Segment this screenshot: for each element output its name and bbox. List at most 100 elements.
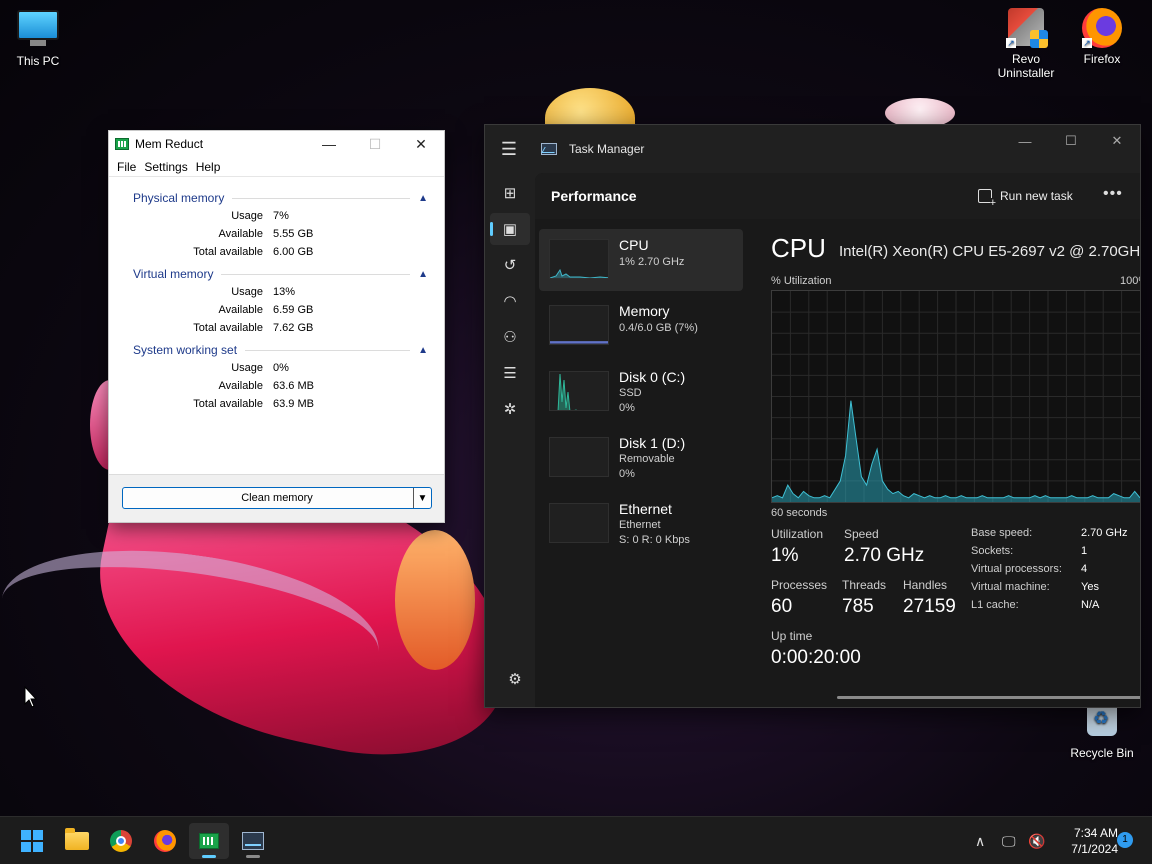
maximize-button[interactable]: ☐: [1048, 125, 1094, 157]
chevron-up-icon[interactable]: ▲: [418, 193, 428, 204]
taskbar-firefox[interactable]: [145, 823, 185, 859]
memreduct-titlebar[interactable]: Mem Reduct — ☐ ✕: [109, 131, 444, 157]
resource-item-disk-1[interactable]: Disk 1 (D:) Removable 0%: [539, 427, 743, 489]
minimize-button[interactable]: —: [306, 131, 352, 157]
memreduct-footer: Clean memory ▼: [109, 474, 444, 522]
monitor-icon: [16, 10, 60, 50]
clean-memory-button[interactable]: Clean memory ▼: [122, 487, 432, 509]
stat-key: Usage: [231, 210, 263, 222]
desktop-icon-firefox[interactable]: ↗ Firefox: [1067, 8, 1137, 66]
menu-help[interactable]: Help: [192, 160, 225, 174]
spec-key: L1 cache:: [971, 599, 1019, 611]
resource-item-memory[interactable]: Memory 0.4/6.0 GB (7%): [539, 295, 743, 357]
maximize-button: ☐: [368, 135, 382, 152]
spec-value: 4: [1081, 563, 1088, 575]
group-header-system-working-set[interactable]: System working set ▲: [133, 341, 428, 359]
detail-heading: CPU: [771, 233, 826, 263]
cpu-model-name: Intel(R) Xeon(R) CPU E5-2697 v2 @ 2.70GH…: [839, 243, 1141, 260]
task-manager-app-icon: [541, 143, 557, 155]
spec-key: Virtual machine:: [971, 581, 1050, 593]
nav-performance[interactable]: ▣: [490, 213, 530, 245]
services-icon: ✲: [503, 401, 517, 418]
stat-value: 7%: [273, 210, 289, 222]
memreduct-window[interactable]: Mem Reduct — ☐ ✕ File Settings Help Phys…: [108, 130, 445, 523]
chevron-up-icon[interactable]: ▲: [418, 269, 428, 280]
disk0-thumb-svg: [557, 373, 578, 410]
task-manager-window[interactable]: ☰ Task Manager — ☐ ✕ ⊞ ▣ ↺ ◠ ⚇ ☰ ✲ ⚙ Per…: [484, 124, 1141, 708]
stat-row: Usage 0%: [133, 359, 428, 377]
desktop-icon-label: Firefox: [1083, 52, 1121, 66]
taskbar-file-explorer[interactable]: [57, 823, 97, 859]
taskbar-mem-reduct[interactable]: [189, 823, 229, 859]
menu-file[interactable]: File: [113, 160, 140, 174]
stat-value: 63.6 MB: [273, 380, 314, 392]
clock[interactable]: 7:34 AM 7/1/2024: [1054, 825, 1118, 857]
resource-item-cpu[interactable]: CPU 1% 2.70 GHz: [539, 229, 743, 291]
minimize-button[interactable]: —: [1002, 125, 1048, 157]
more-options-icon[interactable]: •••: [1103, 185, 1123, 203]
wallpaper-petal: [395, 530, 475, 670]
speed-value: 2.70 GHz: [844, 545, 925, 566]
memreduct-app-icon: [115, 138, 129, 150]
tray-overflow-chevron-icon[interactable]: ∧: [975, 817, 985, 864]
desktop-icon-label: Recycle Bin: [1070, 746, 1134, 760]
stat-value: 5.55 GB: [273, 228, 314, 240]
performance-header: Performance Run new task •••: [535, 173, 1140, 219]
uptime-value: 0:00:20:00: [771, 647, 861, 668]
stat-key: Available: [218, 380, 263, 392]
group-header-virtual-memory[interactable]: Virtual memory ▲: [133, 265, 428, 283]
utilization-axis-label: % Utilization: [771, 275, 832, 287]
history-icon: ↺: [503, 257, 517, 274]
resource-item-disk-0[interactable]: Disk 0 (C:) SSD 0%: [539, 361, 743, 423]
recycle-bin-icon: [1080, 702, 1124, 742]
nav-startup-apps[interactable]: ◠: [490, 285, 530, 317]
processes-label: Processes: [771, 578, 828, 592]
nav-processes[interactable]: ⊞: [490, 177, 530, 209]
desktop-icon-this-pc[interactable]: This PC: [3, 10, 73, 68]
group-header-physical-memory[interactable]: Physical memory ▲: [133, 189, 428, 207]
nav-settings[interactable]: ⚙: [495, 663, 535, 695]
notification-badge[interactable]: 1: [1117, 832, 1133, 848]
page-title: Performance: [551, 188, 637, 204]
performance-icon: ▣: [502, 221, 518, 238]
hamburger-menu-icon[interactable]: ☰: [499, 139, 519, 159]
uptime-label: Up time: [771, 629, 813, 643]
cpu-graph-svg: [771, 291, 1140, 502]
volume-muted-icon[interactable]: 🔇: [1028, 817, 1045, 864]
desktop-icon-revo-uninstaller[interactable]: ↗ Revo Uninstaller: [991, 8, 1061, 80]
horizontal-scrollbar[interactable]: [837, 696, 1140, 699]
start-button[interactable]: [12, 823, 52, 859]
nav-users[interactable]: ⚇: [490, 321, 530, 353]
resource-detail: S: 0 R: 0 Kbps: [619, 534, 690, 546]
processes-value: 60: [771, 596, 793, 617]
clock-time: 7:34 AM: [1073, 826, 1118, 840]
task-manager-titlebar[interactable]: ☰ Task Manager — ☐ ✕: [485, 125, 1140, 173]
run-new-task-button[interactable]: Run new task: [978, 185, 1073, 208]
time-axis-label: 60 seconds: [771, 507, 828, 519]
taskbar-task-manager[interactable]: [233, 823, 273, 859]
dropdown-arrow-icon[interactable]: ▼: [413, 488, 431, 508]
nav-services[interactable]: ✲: [490, 393, 530, 425]
close-button[interactable]: ✕: [398, 131, 444, 157]
task-manager-icon: [242, 832, 264, 850]
stat-row: Usage 13%: [133, 283, 428, 301]
stat-row: Available 5.55 GB: [133, 225, 428, 243]
taskbar-chrome[interactable]: [101, 823, 141, 859]
nav-app-history[interactable]: ↺: [490, 249, 530, 281]
spec-value: N/A: [1081, 599, 1100, 611]
close-button[interactable]: ✕: [1094, 125, 1140, 157]
run-task-icon: [978, 189, 996, 208]
stat-row: Total available 6.00 GB: [133, 243, 428, 261]
network-icon[interactable]: 🖵: [1002, 817, 1016, 864]
nav-details[interactable]: ☰: [490, 357, 530, 389]
memory-thumbnail-graph: [549, 305, 609, 345]
resource-detail: 0.4/6.0 GB (7%): [619, 322, 698, 334]
menu-settings[interactable]: Settings: [140, 160, 191, 174]
resource-item-ethernet[interactable]: Ethernet Ethernet S: 0 R: 0 Kbps: [539, 493, 743, 555]
chevron-up-icon[interactable]: ▲: [418, 345, 428, 356]
desktop-icon-label: This PC: [16, 54, 60, 68]
resource-name: CPU: [619, 237, 649, 253]
handles-label: Handles: [903, 578, 948, 592]
resource-list: CPU 1% 2.70 GHz Memory 0.4/6.0 GB (7%) D…: [539, 229, 743, 559]
desktop-icon-recycle-bin[interactable]: Recycle Bin: [1067, 702, 1137, 760]
